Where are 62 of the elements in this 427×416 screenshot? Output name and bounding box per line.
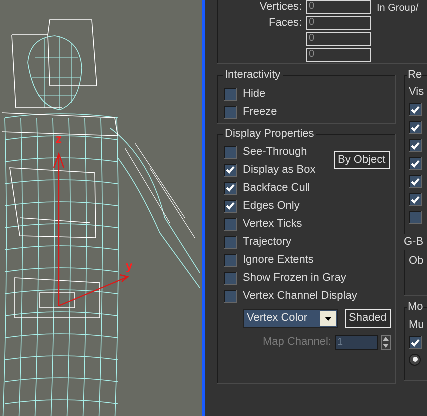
vertex-color-dropdown[interactable]: Vertex Color	[243, 309, 338, 328]
checkmark-icon	[411, 178, 420, 186]
group-title: Display Properties	[223, 127, 316, 141]
checkbox[interactable]	[409, 336, 422, 349]
dropdown-value: Vertex Color	[246, 311, 309, 326]
count-field[interactable]: 0	[306, 48, 371, 62]
multiplier-label: Mu	[409, 318, 426, 333]
checkmark-icon	[226, 202, 235, 210]
side-label: In Group/	[377, 2, 419, 16]
checkbox-label: Edges Only	[243, 198, 300, 214]
radio-button[interactable]	[409, 354, 421, 366]
checkmark-icon	[226, 184, 235, 192]
checkbox-label: Display as Box	[243, 162, 316, 178]
visibility-label: Vis	[409, 85, 426, 100]
shaded-button[interactable]: Shaded	[345, 309, 391, 328]
checkbox-label: Backface Cull	[243, 180, 310, 196]
checkbox[interactable]	[224, 146, 237, 158]
checkmark-icon	[226, 166, 235, 174]
checkbox[interactable]	[409, 121, 422, 134]
checkbox[interactable]	[224, 236, 237, 248]
checkmark-icon	[411, 142, 420, 150]
checkmark-icon	[411, 106, 420, 114]
checkbox[interactable]	[409, 139, 422, 152]
checkbox[interactable]	[409, 157, 422, 170]
object-label: Ob	[409, 254, 425, 269]
checkbox-label: Vertex Ticks	[243, 216, 302, 232]
checkbox[interactable]	[409, 211, 422, 224]
checkbox[interactable]	[224, 164, 237, 176]
checkbox-label: Hide	[243, 86, 266, 102]
dropdown-caret-icon	[320, 311, 336, 326]
group-title: Interactivity	[223, 68, 283, 82]
checkbox-label: Trajectory	[243, 234, 292, 250]
checkmark-icon	[411, 124, 420, 132]
checkbox[interactable]	[224, 290, 237, 302]
checkbox[interactable]	[224, 254, 237, 266]
checkmark-icon	[411, 338, 420, 346]
checkbox[interactable]	[224, 106, 237, 118]
axis-label: z	[56, 133, 62, 145]
checkbox[interactable]	[224, 272, 237, 284]
checkmark-icon	[411, 196, 420, 204]
count-field[interactable]: 0	[306, 0, 371, 14]
count-field[interactable]: 0	[306, 32, 371, 46]
checkbox[interactable]	[224, 200, 237, 212]
axis-label: y	[126, 260, 133, 272]
checkmark-icon	[411, 160, 420, 168]
by-object-button[interactable]: By Object	[334, 151, 390, 169]
checkbox-label: Freeze	[243, 104, 278, 120]
checkbox[interactable]	[409, 175, 422, 188]
checkbox-label: Ignore Extents	[243, 252, 314, 268]
field-label: Vertices:	[258, 0, 303, 15]
map-channel-label: Map Channel:	[263, 335, 332, 350]
checkbox[interactable]	[224, 182, 237, 194]
spinner-arrows-icon[interactable]	[380, 334, 390, 350]
checkbox-label: See-Through	[243, 144, 308, 160]
count-field[interactable]: 0	[306, 16, 371, 30]
checkbox-label: Show Frozen in Gray	[243, 270, 346, 286]
checkbox-label: Vertex Channel Display	[243, 288, 358, 304]
checkbox[interactable]	[224, 88, 237, 100]
field-label: Faces:	[268, 16, 303, 31]
checkbox[interactable]	[409, 103, 422, 116]
checkbox[interactable]	[409, 193, 422, 206]
checkbox[interactable]	[224, 218, 237, 230]
